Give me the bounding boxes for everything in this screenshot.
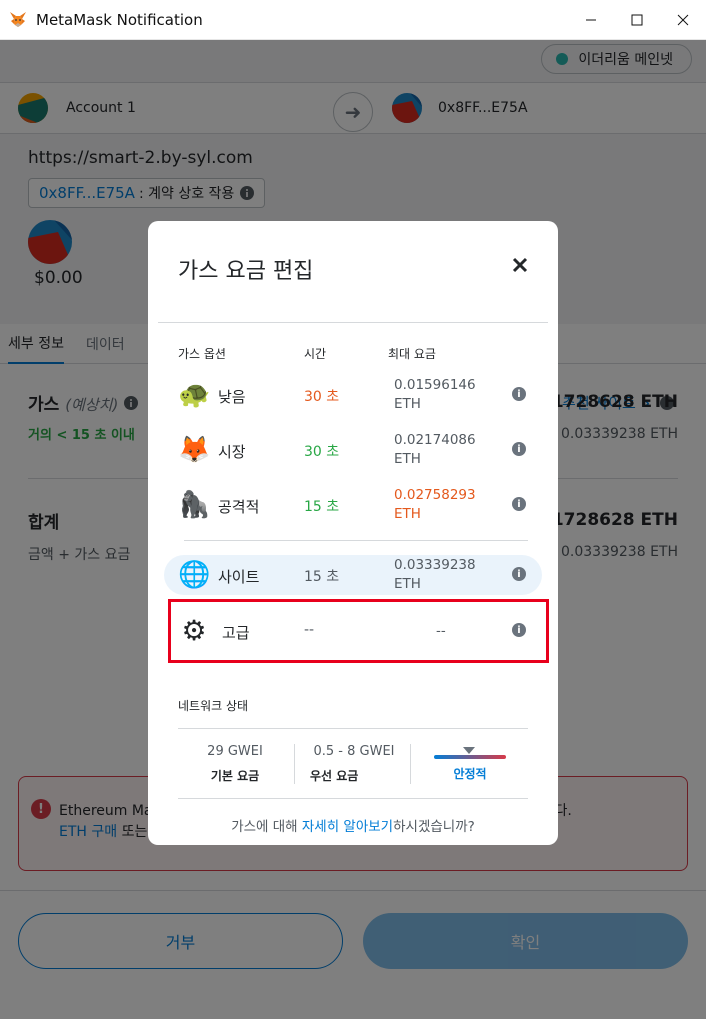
learn-more-suffix: 하시겠습니까? — [393, 819, 475, 835]
info-icon[interactable]: i — [512, 442, 526, 456]
info-icon[interactable]: i — [512, 567, 526, 581]
window-titlebar: MetaMask Notification — [0, 0, 706, 40]
column-header-time: 시간 — [304, 347, 327, 361]
gas-option-fee-unit: ETH — [394, 396, 421, 412]
gas-option-site[interactable]: 🌐 사이트 15 초 0.03339238 ETH i — [164, 555, 542, 595]
gas-option-fee-value: 0.02174086 — [394, 432, 476, 448]
fox-icon: 🦊 — [178, 435, 211, 465]
gas-option-fee-value: 0.01596146 — [394, 377, 476, 393]
gas-option-name: 사이트 — [218, 568, 260, 586]
gas-option-fee: 0.03339238 ETH — [394, 556, 476, 594]
close-window-button[interactable] — [660, 0, 706, 40]
modal-title: 가스 요금 편집 — [178, 259, 314, 284]
stability-marker-icon — [463, 747, 475, 754]
gas-option-fee-unit: ETH — [394, 576, 421, 592]
priority-fee-label: 우선 요금 — [310, 769, 359, 783]
learn-more-link[interactable]: 자세히 알아보기 — [302, 819, 393, 835]
priority-fee-column: 0.5 - 8 GWEI 우선 요금 — [308, 744, 400, 784]
gas-option-fee-value: 0.03339238 — [394, 557, 476, 573]
learn-more-prefix: 가스에 대해 — [231, 819, 302, 835]
window-title: MetaMask Notification — [36, 10, 203, 29]
divider — [178, 728, 528, 729]
gas-option-fee-value: 0.02758293 — [394, 487, 476, 503]
gas-option-fee: 0.02174086 ETH — [394, 431, 476, 469]
network-stability-indicator: 안정적 — [434, 747, 506, 782]
gas-option-name: 시장 — [218, 443, 246, 461]
base-fee-value: 29 GWEI — [207, 744, 263, 759]
info-icon[interactable]: i — [512, 497, 526, 511]
modal-close-button[interactable] — [508, 253, 532, 277]
turtle-icon: 🐢 — [178, 380, 211, 410]
gorilla-icon: 🦍 — [178, 490, 211, 520]
base-fee-column: 29 GWEI 기본 요금 — [202, 744, 268, 784]
gas-option-fee-unit: ETH — [394, 451, 421, 467]
stability-bar — [434, 755, 506, 759]
close-icon — [677, 14, 689, 26]
base-fee-label: 기본 요금 — [210, 769, 260, 783]
divider — [178, 798, 528, 799]
close-icon — [512, 257, 528, 273]
divider — [410, 744, 411, 784]
highlight-box — [168, 599, 549, 663]
learn-more-text: 가스에 대해 자세히 알아보기하시겠습니까? — [148, 815, 558, 835]
gas-option-time: 15 초 — [304, 569, 340, 585]
divider — [184, 540, 528, 541]
metamask-fox-icon — [10, 11, 26, 27]
gas-option-fee: 0.01596146 ETH — [394, 376, 476, 414]
column-header-option: 가스 옵션 — [178, 347, 226, 361]
stability-label: 안정적 — [453, 767, 487, 781]
gas-option-name: 낮음 — [218, 388, 246, 406]
maximize-icon — [631, 14, 643, 26]
info-icon[interactable]: i — [512, 387, 526, 401]
edit-gas-fee-modal: 가스 요금 편집 가스 옵션 시간 최대 요금 🐢 낮음 30 초 0.0159… — [148, 221, 558, 845]
maximize-button[interactable] — [614, 0, 660, 40]
gas-option-market[interactable]: 🦊 시장 30 초 0.02174086 ETH i — [164, 430, 542, 470]
minimize-icon — [586, 19, 596, 21]
gas-option-fee-unit: ETH — [394, 506, 421, 522]
minimize-button[interactable] — [568, 0, 614, 40]
divider — [294, 744, 295, 784]
gas-option-time: 30 초 — [304, 389, 340, 405]
gas-option-fee: 0.02758293 ETH — [394, 486, 476, 524]
gas-option-time: 30 초 — [304, 444, 340, 460]
network-status-title: 네트워크 상태 — [178, 699, 249, 713]
column-header-max-fee: 최대 요금 — [388, 347, 436, 361]
gas-option-time: 15 초 — [304, 499, 340, 515]
globe-icon: 🌐 — [178, 560, 211, 590]
gas-option-name: 공격적 — [218, 498, 260, 516]
gas-option-low[interactable]: 🐢 낮음 30 초 0.01596146 ETH i — [164, 375, 542, 415]
priority-fee-value: 0.5 - 8 GWEI — [313, 744, 395, 759]
gas-option-aggressive[interactable]: 🦍 공격적 15 초 0.02758293 ETH i — [164, 485, 542, 525]
divider — [158, 322, 548, 323]
